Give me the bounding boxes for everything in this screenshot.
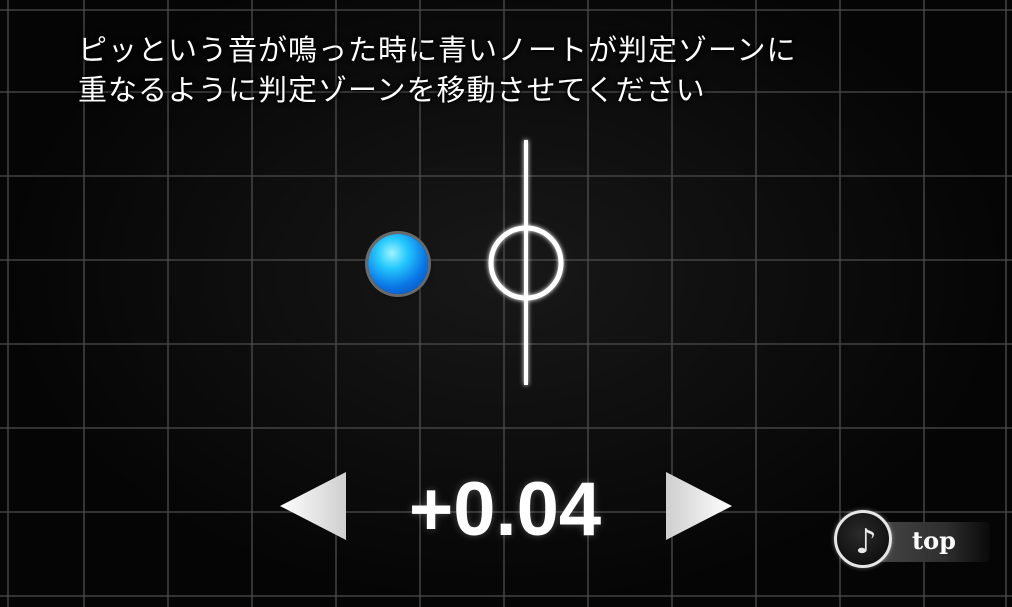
increase-offset-button[interactable] (664, 468, 734, 544)
left-arrow-icon (280, 472, 346, 540)
top-button-label: top (912, 526, 956, 555)
top-button[interactable]: ♪ top (834, 510, 990, 574)
blue-note (368, 234, 428, 294)
offset-value: +0.04 (408, 467, 602, 552)
calibration-screen: ピッという音が鳴った時に青いノートが判定ゾーンに 重なるように判定ゾーンを移動さ… (0, 0, 1012, 607)
music-note-badge: ♪ (834, 510, 892, 568)
decrease-offset-button[interactable] (278, 468, 348, 544)
music-note-icon: ♪ (855, 522, 877, 562)
right-arrow-icon (666, 472, 732, 540)
